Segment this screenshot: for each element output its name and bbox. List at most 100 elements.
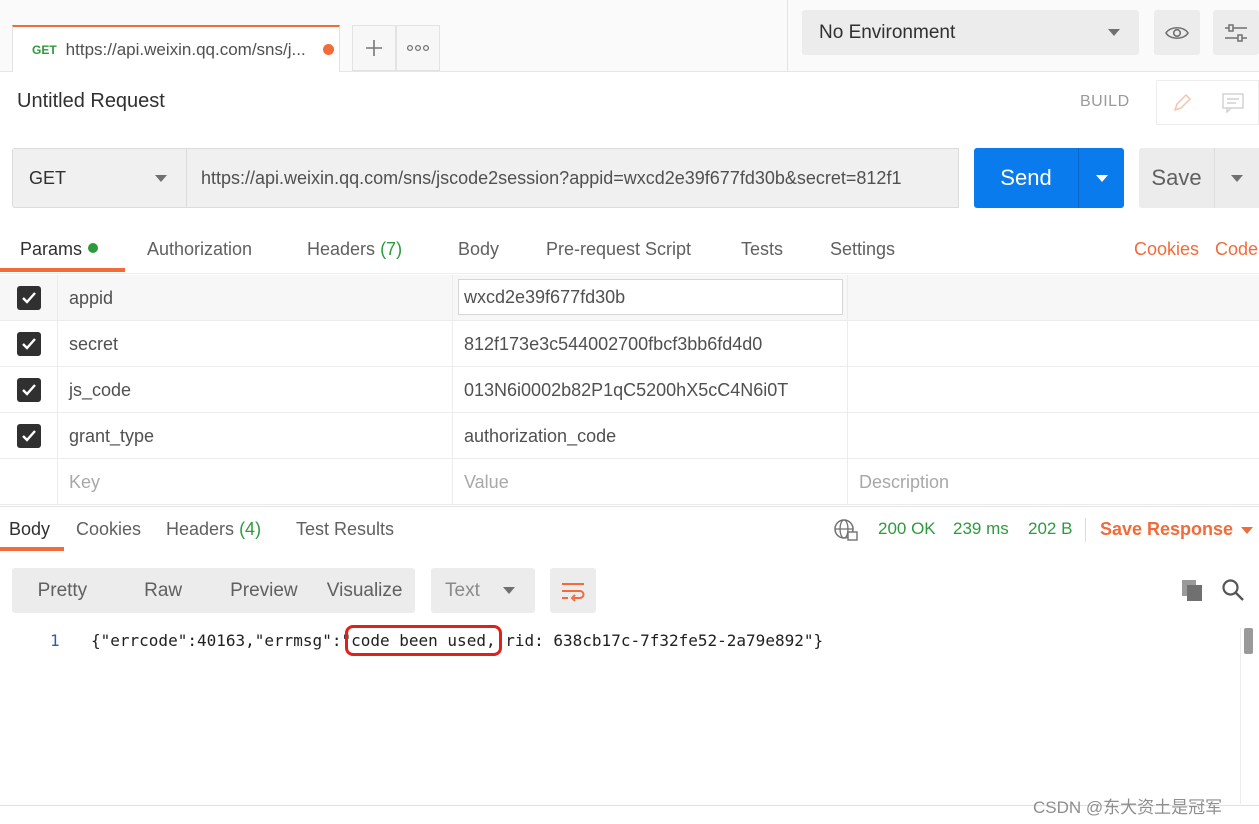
edit-button[interactable]: [1157, 81, 1208, 124]
param-checkbox[interactable]: [16, 286, 41, 310]
param-value[interactable]: 013N6i0002b82P1qC5200hX5cC4N6i0T: [453, 367, 848, 413]
response-tab-body[interactable]: Body: [9, 519, 50, 540]
param-checkbox[interactable]: [16, 332, 41, 356]
active-dot-icon: [88, 243, 99, 253]
wrap-icon: [562, 582, 585, 602]
manage-environments-button[interactable]: [1213, 10, 1259, 55]
param-key[interactable]: grant_type: [58, 413, 453, 459]
send-button[interactable]: Send: [974, 148, 1078, 208]
response-time[interactable]: 239 ms: [953, 519, 1009, 539]
tab-body[interactable]: Body: [458, 239, 499, 260]
copy-icon[interactable]: [1180, 578, 1204, 607]
new-param-description[interactable]: Description: [848, 459, 1259, 505]
chevron-down-icon: [1095, 174, 1108, 182]
param-checkbox[interactable]: [16, 424, 41, 448]
tab-headers[interactable]: Headers (7): [307, 239, 402, 260]
response-code-end: rid: 638cb17c-7f32fe52-2a79e892"}: [495, 631, 824, 650]
response-tab-headers[interactable]: Headers (4): [166, 519, 261, 540]
tab-params[interactable]: Params: [20, 239, 99, 260]
save-options-button[interactable]: [1214, 148, 1259, 208]
view-pretty[interactable]: Pretty: [12, 568, 113, 613]
view-visualize[interactable]: Visualize: [314, 568, 415, 613]
save-button[interactable]: Save: [1139, 148, 1214, 208]
highlighted-error-message: code been used,: [345, 625, 502, 656]
param-description[interactable]: [848, 321, 1259, 367]
plus-icon: [366, 40, 382, 56]
tab-method: GET: [32, 42, 57, 57]
table-row-new: Key Value Description: [0, 459, 1259, 505]
send-options-button[interactable]: [1078, 148, 1124, 208]
tab-options-button[interactable]: [396, 25, 440, 71]
build-mode-label[interactable]: BUILD: [1080, 93, 1130, 111]
method-label: GET: [29, 167, 67, 188]
param-description[interactable]: [848, 275, 1259, 321]
status-code[interactable]: 200 OK: [878, 519, 936, 539]
param-description[interactable]: [848, 413, 1259, 459]
response-body[interactable]: {"errcode":40163,"errmsg":"code been use…: [91, 625, 824, 656]
response-tab-test-results[interactable]: Test Results: [296, 519, 394, 540]
request-tab[interactable]: GET https://api.weixin.qq.com/sns/j...: [12, 25, 340, 72]
comments-button[interactable]: [1208, 81, 1259, 124]
checkmark-icon: [21, 292, 36, 304]
cookies-link[interactable]: Cookies: [1134, 239, 1199, 260]
unsaved-dot-icon: [322, 44, 334, 55]
response-code-start: {"errcode":40163,"errmsg":": [91, 631, 352, 650]
save-response-dropdown[interactable]: [1241, 527, 1253, 534]
checkmark-icon: [21, 338, 36, 350]
tab-params-label: Params: [20, 239, 83, 259]
param-checkbox[interactable]: [16, 378, 41, 402]
response-size[interactable]: 202 B: [1028, 519, 1072, 539]
network-globe-icon[interactable]: [833, 518, 859, 547]
chevron-down-icon: [155, 174, 167, 182]
code-link[interactable]: Code: [1215, 239, 1258, 260]
url-text: https://api.weixin.qq.com/sns/jscode2ses…: [201, 167, 902, 188]
view-raw[interactable]: Raw: [113, 568, 214, 613]
tab-authorization[interactable]: Authorization: [147, 239, 252, 260]
param-value[interactable]: 812f173e3c544002700fbcf3bb6fd4d0: [453, 321, 848, 367]
request-title[interactable]: Untitled Request: [17, 90, 165, 113]
watermark: CSDN @东大资土是冠军: [1033, 798, 1223, 817]
param-checkbox-cell: [0, 275, 58, 321]
scrollbar-track: [1240, 628, 1241, 804]
new-param-key[interactable]: Key: [58, 459, 453, 505]
param-key[interactable]: secret: [58, 321, 453, 367]
table-row: js_code 013N6i0002b82P1qC5200hX5cC4N6i0T: [0, 367, 1259, 413]
view-preview[interactable]: Preview: [214, 568, 315, 613]
format-select[interactable]: Text: [431, 568, 535, 613]
active-tab-indicator: [0, 547, 64, 551]
search-icon[interactable]: [1221, 578, 1245, 607]
chevron-down-icon: [1231, 174, 1243, 182]
environment-select[interactable]: No Environment: [802, 10, 1139, 55]
param-key[interactable]: appid: [58, 275, 453, 321]
param-checkbox-cell: [0, 413, 58, 459]
param-value[interactable]: authorization_code: [453, 413, 848, 459]
environment-label: No Environment: [819, 21, 956, 43]
response-tab-cookies[interactable]: Cookies: [76, 519, 141, 540]
tab-tests[interactable]: Tests: [741, 239, 783, 260]
more-icon: [407, 44, 429, 52]
param-checkbox-cell: [0, 459, 58, 505]
param-checkbox-cell: [0, 367, 58, 413]
url-input[interactable]: https://api.weixin.qq.com/sns/jscode2ses…: [186, 148, 959, 208]
new-tab-button[interactable]: [352, 25, 396, 71]
response-headers-label: Headers: [166, 519, 235, 539]
method-select[interactable]: GET: [12, 148, 186, 208]
wrap-lines-button[interactable]: [550, 568, 596, 613]
save-response-button[interactable]: Save Response: [1100, 519, 1233, 540]
response-headers-count: (4): [239, 519, 262, 539]
mode-toggle: [1156, 80, 1259, 125]
environment-quick-look-button[interactable]: [1154, 10, 1200, 55]
tab-settings[interactable]: Settings: [830, 239, 895, 260]
scrollbar-thumb[interactable]: [1244, 628, 1253, 654]
tab-prerequest-script[interactable]: Pre-request Script: [546, 239, 691, 260]
param-description[interactable]: [848, 367, 1259, 413]
new-param-value[interactable]: Value: [453, 459, 848, 505]
param-value[interactable]: wxcd2e39f677fd30b: [458, 279, 843, 315]
headers-count: (7): [380, 239, 403, 259]
sliders-icon: [1225, 23, 1247, 42]
chevron-down-icon: [1108, 29, 1120, 36]
divider: [1085, 518, 1086, 542]
tab-headers-label: Headers: [307, 239, 376, 259]
comment-icon: [1222, 92, 1244, 113]
param-key[interactable]: js_code: [58, 367, 453, 413]
